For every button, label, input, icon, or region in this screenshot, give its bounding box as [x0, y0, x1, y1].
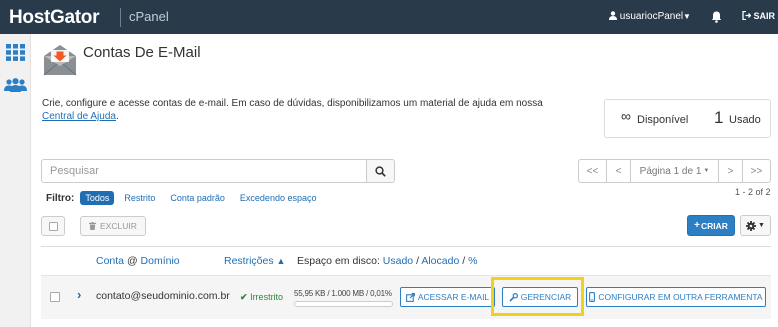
disk-separator: /: [416, 255, 419, 267]
users-icon[interactable]: [4, 78, 27, 97]
top-bar: HostGator cPanel usuariocPanel ▼ SAIR: [0, 0, 778, 34]
restriction-status: ✔ Irrestrito: [240, 292, 283, 303]
search-input[interactable]: [41, 159, 367, 183]
sort-disk-percent[interactable]: %: [468, 255, 477, 267]
side-nav: [0, 34, 31, 327]
apps-grid-icon[interactable]: [6, 44, 25, 66]
logout-label: SAIR: [753, 11, 776, 21]
search-icon: [375, 166, 386, 177]
sort-domain[interactable]: Domínio: [141, 255, 180, 267]
user-icon: [609, 11, 617, 20]
column-disk-usage: Espaço em disco: Usado / Alocado / %: [297, 255, 477, 267]
create-label: CRIAR: [700, 220, 728, 231]
filter-label: Filtro:: [46, 192, 75, 204]
sort-disk-allocated[interactable]: Alocado: [421, 255, 459, 267]
used-count: 1: [714, 108, 724, 127]
available-label: Disponível: [637, 114, 689, 126]
expand-chevron-icon[interactable]: ›: [77, 287, 81, 302]
checkbox-box: [49, 222, 58, 231]
highlight-box: [491, 277, 584, 316]
results-range: 1 - 2 of 2: [735, 187, 771, 197]
create-account-button[interactable]: + CRIAR: [687, 215, 735, 236]
chevron-down-icon[interactable]: ▼: [683, 12, 691, 21]
access-webmail-button[interactable]: ACESSAR E-MAIL: [400, 287, 495, 307]
user-menu[interactable]: usuariocPanel: [609, 11, 683, 22]
pagination: << < Página 1 de 1 ▼ > >>: [578, 159, 771, 183]
configure-client-button[interactable]: CONFIGURAR EM OUTRA FERRAMENTA: [586, 287, 766, 307]
chevron-up-icon: ▲: [276, 256, 286, 266]
check-icon: ✔: [240, 292, 248, 302]
product-name: cPanel: [129, 9, 169, 24]
used-label: Usado: [729, 114, 761, 126]
sort-restrictions[interactable]: Restrições: [224, 255, 274, 267]
divider: [41, 246, 771, 247]
prev-page-button[interactable]: <: [606, 159, 631, 183]
filter-default-account[interactable]: Conta padrão: [165, 191, 230, 205]
delete-button[interactable]: EXCLUIR: [80, 216, 146, 236]
sort-disk-used[interactable]: Usado: [383, 255, 413, 267]
filter-bar: Filtro: Todos Restrito Conta padrão Exce…: [46, 190, 326, 206]
search-button[interactable]: [367, 159, 395, 183]
main-content: Contas De E-Mail Crie, configure e acess…: [31, 34, 778, 327]
brand-divider: [120, 8, 121, 27]
filter-all[interactable]: Todos: [80, 191, 115, 205]
sort-account[interactable]: Conta: [96, 255, 124, 267]
account-stats: ∞ Disponível 1 Usado: [604, 99, 771, 138]
help-center-link[interactable]: Central de Ajuda: [42, 111, 116, 122]
page-description: Crie, configure e acesse contas de e-mai…: [42, 97, 562, 123]
disk-separator: /: [462, 255, 466, 267]
page-title: Contas De E-Mail: [83, 44, 201, 61]
next-page-button[interactable]: >: [718, 159, 743, 183]
row-checkbox[interactable]: [50, 292, 60, 302]
page-select-label: Página 1 de 1: [639, 165, 702, 177]
external-link-icon: [405, 292, 415, 302]
description-period: .: [115, 111, 119, 122]
column-restrictions[interactable]: Restrições ▲: [224, 255, 285, 267]
plus-icon: +: [694, 220, 700, 231]
configure-client-label: CONFIGURAR EM OUTRA FERRAMENTA: [598, 292, 763, 302]
chevron-down-icon: ▼: [758, 222, 765, 229]
logout-icon: [742, 10, 752, 21]
bell-icon[interactable]: [711, 10, 722, 28]
chevron-down-icon: ▼: [703, 168, 710, 174]
delete-label: EXCLUIR: [100, 221, 137, 231]
filter-over-quota[interactable]: Excedendo espaço: [235, 191, 322, 205]
email-envelope-icon: [42, 42, 78, 83]
last-page-button[interactable]: >>: [742, 159, 771, 183]
first-page-button[interactable]: <<: [578, 159, 607, 183]
at-sign: @: [126, 255, 138, 267]
access-webmail-label: ACESSAR E-MAIL: [417, 292, 490, 302]
page-select[interactable]: Página 1 de 1 ▼: [630, 159, 719, 183]
gear-icon: [746, 220, 757, 231]
logout-button[interactable]: SAIR: [742, 10, 776, 21]
select-all-checkbox[interactable]: [41, 216, 65, 236]
infinity-icon: ∞: [621, 108, 631, 124]
column-account-domain: Conta @ Domínio: [96, 255, 180, 267]
username: usuariocPanel: [619, 11, 684, 22]
disk-label: Espaço em disco:: [297, 255, 380, 267]
settings-dropdown-button[interactable]: ▼: [740, 215, 771, 236]
account-email: contato@seudominio.com.br: [96, 290, 230, 302]
description-text: Crie, configure e acesse contas de e-mai…: [42, 98, 543, 109]
disk-usage-bar: [294, 301, 393, 307]
trash-icon: [89, 222, 96, 230]
filter-restricted[interactable]: Restrito: [119, 191, 160, 205]
restriction-label: Irrestrito: [250, 292, 284, 302]
mobile-device-icon: [589, 292, 596, 302]
disk-usage-text: 55,95 KB / 1.000 MB / 0,01%: [294, 289, 392, 298]
brand-logo[interactable]: HostGator: [9, 7, 100, 29]
